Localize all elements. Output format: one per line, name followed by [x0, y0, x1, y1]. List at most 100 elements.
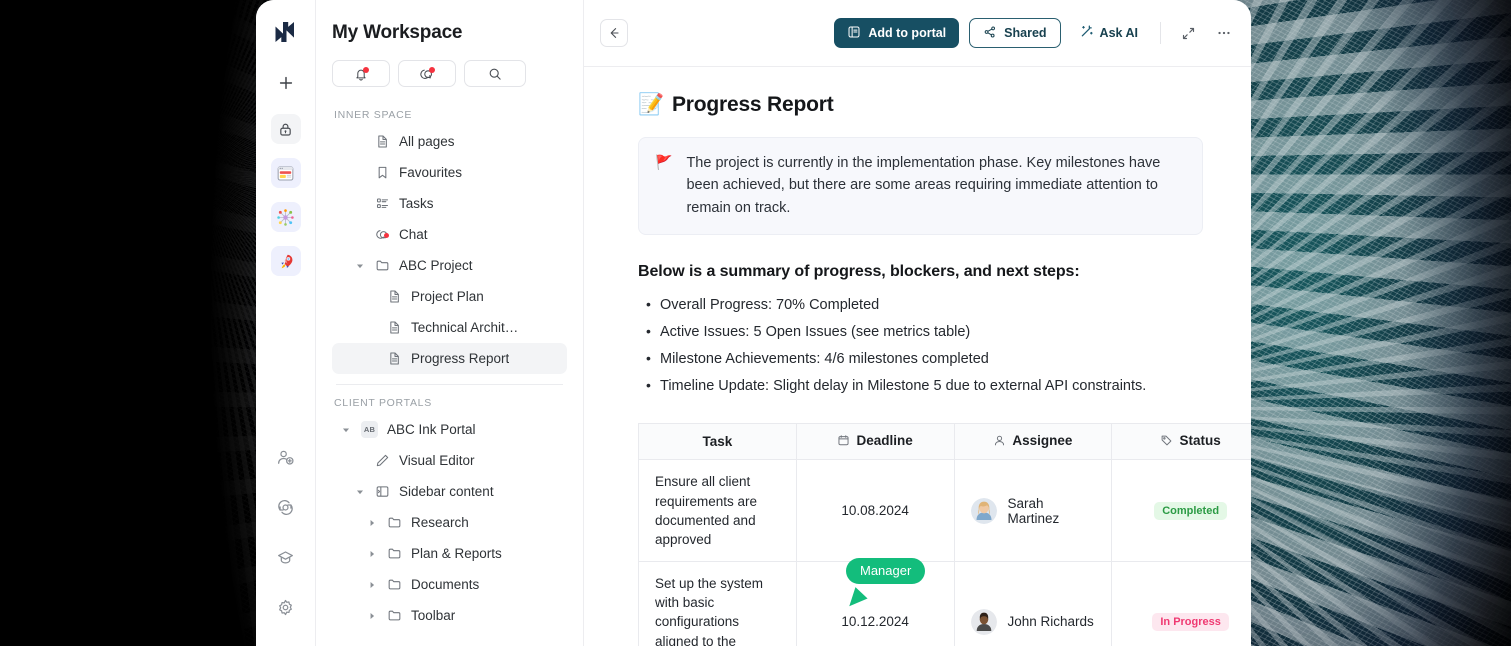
icon-rail — [256, 0, 316, 646]
page-icon — [387, 289, 402, 304]
portal-page-icon[interactable] — [270, 158, 301, 188]
page-icon — [387, 351, 402, 366]
cell-deadline[interactable]: 10.12.2024 — [795, 561, 955, 646]
assignee-name: John Richards — [1007, 614, 1094, 630]
folder-icon — [387, 608, 402, 623]
nav-item-label: Visual Editor — [399, 453, 475, 468]
notifications-button[interactable] — [332, 60, 390, 87]
page-icon — [387, 320, 402, 335]
sidebar-item-progress-report[interactable]: Progress Report — [332, 343, 567, 374]
sidebar-item-chat[interactable]: Chat — [332, 219, 567, 250]
add-to-portal-button[interactable]: Add to portal — [834, 18, 960, 48]
table-row[interactable]: Set up the system with basic configurati… — [638, 561, 1251, 646]
main-panel: Add to portal Shared Ask AI 📝 Progress R… — [584, 0, 1251, 646]
cell-status[interactable]: In Progress — [1111, 561, 1251, 646]
chat-icon — [375, 227, 390, 242]
header-content: Status — [1160, 433, 1221, 448]
lock-icon[interactable] — [270, 114, 301, 144]
column-header-label: Deadline — [856, 433, 913, 449]
add-to-portal-label: Add to portal — [868, 26, 947, 40]
portal-item-sidebar-content[interactable]: Sidebar content — [332, 476, 567, 507]
table-row[interactable]: Ensure all client requirements are docum… — [638, 459, 1251, 563]
summary-heading: Below is a summary of progress, blockers… — [638, 263, 1080, 281]
toolbar-separator — [1160, 22, 1161, 44]
cell-status[interactable]: Completed — [1111, 459, 1251, 563]
nav-item-label: ABC Project — [399, 258, 473, 273]
portal-icon — [847, 25, 861, 42]
rail-bottom-group — [271, 442, 301, 646]
share-icon — [983, 25, 997, 42]
nav-item-label: Progress Report — [411, 351, 510, 366]
cell-assignee[interactable]: Sarah Martinez — [953, 459, 1113, 563]
rocket-icon[interactable] — [270, 246, 301, 276]
portal-item-toolbar[interactable]: Toolbar — [332, 600, 567, 631]
chat-button[interactable] — [398, 60, 456, 87]
cell-task[interactable]: Ensure all client requirements are docum… — [638, 459, 797, 563]
column-header-label: Assignee — [1012, 433, 1073, 449]
portal-item-plan-reports[interactable]: Plan & Reports — [332, 538, 567, 569]
search-button[interactable] — [464, 60, 526, 87]
shared-button[interactable]: Shared — [969, 18, 1061, 48]
app-window: My Workspace INNER SPACE All pages Favou… — [256, 0, 1251, 646]
nav-item-label: Technical Archit… — [411, 320, 519, 335]
column-header-assignee[interactable]: Assignee — [953, 423, 1113, 461]
task-table-body: Ensure all client requirements are docum… — [638, 459, 1251, 646]
nav-item-label: All pages — [399, 134, 455, 149]
page-title-text: Progress Report — [671, 93, 834, 116]
sidebar-item-abc-project[interactable]: ABC Project — [332, 250, 567, 281]
table-header-row: Task Deadline Assignee Status — [638, 423, 1251, 461]
avatar — [970, 608, 997, 635]
nav-item-label: Tasks — [399, 196, 434, 211]
cell-task[interactable]: Set up the system with basic configurati… — [638, 561, 797, 646]
ask-ai-label: Ask AI — [1099, 26, 1138, 40]
network-icon[interactable] — [270, 202, 301, 232]
callout-block: 🚩 The project is currently in the implem… — [638, 137, 1203, 236]
sidebar-item-all-pages[interactable]: All pages — [332, 126, 567, 157]
column-header-deadline[interactable]: Deadline — [795, 423, 955, 461]
sidebar-item-technical-archit[interactable]: Technical Archit… — [332, 312, 567, 343]
chevron-down-icon[interactable] — [354, 262, 366, 270]
assignee-chip: Sarah Martinez — [970, 495, 1096, 526]
portal-item-documents[interactable]: Documents — [332, 569, 567, 600]
summary-bullet-list: Overall Progress: 70% Completed Active Is… — [638, 294, 1203, 397]
portal-item-abc-ink-portal[interactable]: AB ABC Ink Portal — [332, 414, 567, 445]
cell-deadline[interactable]: 10.08.2024 — [795, 459, 955, 563]
page-title: 📝 Progress Report — [638, 93, 1203, 117]
invite-user-icon[interactable] — [271, 442, 301, 472]
chat-dot — [429, 67, 435, 73]
chevron-down-icon[interactable] — [354, 488, 366, 496]
workspace-title: My Workspace — [332, 22, 463, 43]
chevron-right-icon[interactable] — [366, 519, 378, 527]
column-header-task[interactable]: Task — [638, 423, 797, 461]
status-badge: In Progress — [1152, 612, 1229, 631]
workspace-actions — [332, 60, 567, 87]
sync-icon[interactable] — [271, 492, 301, 522]
task-table-head: Task Deadline Assignee Status — [638, 423, 1251, 461]
portal-item-visual-editor[interactable]: Visual Editor — [332, 445, 567, 476]
column-header-status[interactable]: Status — [1111, 423, 1251, 461]
add-button[interactable] — [271, 68, 301, 98]
back-button[interactable] — [600, 19, 628, 47]
chevron-right-icon[interactable] — [366, 550, 378, 558]
chevron-down-icon[interactable] — [340, 426, 352, 434]
header-content: Deadline — [837, 433, 913, 449]
cell-assignee[interactable]: John Richards — [953, 561, 1113, 646]
chevron-right-icon[interactable] — [366, 581, 378, 589]
more-options-icon[interactable] — [1211, 20, 1237, 46]
sidebar-item-project-plan[interactable]: Project Plan — [332, 281, 567, 312]
app-logo[interactable] — [272, 18, 300, 46]
bookmark-icon — [375, 165, 390, 180]
task-table-wrapper: Task Deadline Assignee Status Ensure all cl… — [638, 423, 1251, 646]
expand-icon[interactable] — [1175, 20, 1201, 46]
ask-ai-button[interactable]: Ask AI — [1071, 18, 1146, 48]
client-portals-list: AB ABC Ink Portal Visual Editor Sidebar con… — [332, 414, 567, 631]
sidebar-item-tasks[interactable]: Tasks — [332, 188, 567, 219]
sidebar-item-favourites[interactable]: Favourites — [332, 157, 567, 188]
portal-item-research[interactable]: Research — [332, 507, 567, 538]
settings-gear-icon[interactable] — [271, 592, 301, 622]
assignee-name: Sarah Martinez — [1007, 495, 1060, 526]
status-badge: Completed — [1154, 501, 1228, 520]
learning-icon[interactable] — [271, 542, 301, 572]
task-table: Task Deadline Assignee Status Ensure all cl… — [638, 423, 1251, 646]
chevron-right-icon[interactable] — [366, 612, 378, 620]
